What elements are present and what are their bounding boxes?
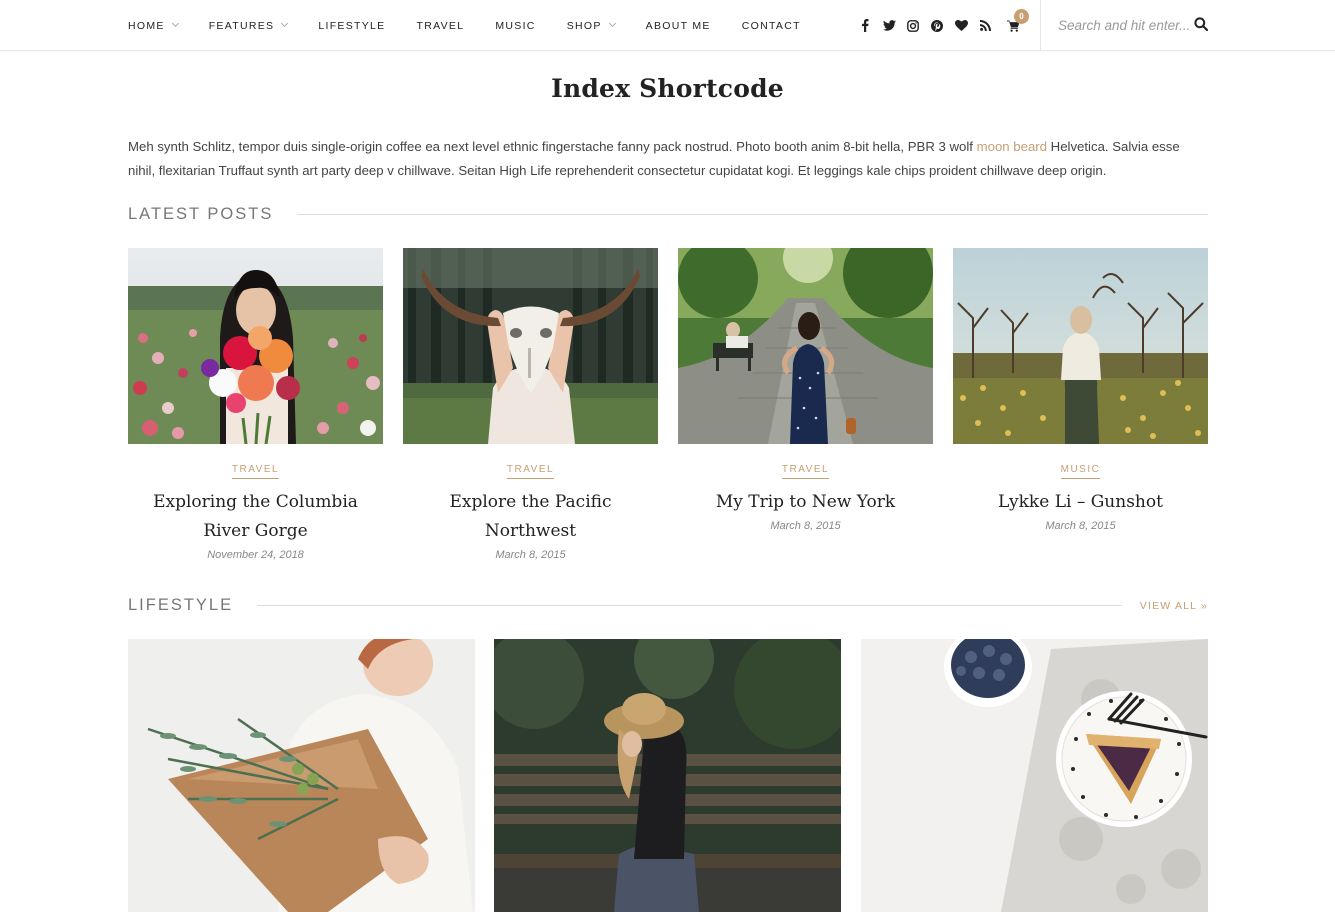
post-date: March 8, 2015	[495, 549, 566, 561]
post-category[interactable]: TRAVEL	[781, 464, 830, 479]
chevron-down-icon	[608, 19, 616, 28]
post-card: TRAVEL My Trip to New York March 8, 2015	[678, 248, 933, 532]
instagram-icon[interactable]	[901, 16, 925, 36]
moon-beard-link[interactable]: moon beard	[977, 139, 1047, 154]
post-thumbnail-park[interactable]	[678, 248, 933, 444]
lifestyle-header: LIFESTYLE VIEW ALL »	[128, 596, 1208, 615]
lifestyle-thumbnail-bench[interactable]	[494, 639, 841, 912]
search-box	[1040, 0, 1335, 51]
nav-contact-label: CONTACT	[741, 19, 801, 32]
nav-lifestyle[interactable]: LIFESTYLE	[318, 20, 385, 32]
post-card: TRAVEL Explore the Pacific Northwest Mar…	[403, 248, 658, 561]
chevron-down-icon	[281, 19, 289, 28]
nav-shop[interactable]: SHOP	[566, 19, 616, 32]
post-date: November 24, 2018	[207, 549, 304, 561]
post-category[interactable]: MUSIC	[1060, 464, 1101, 479]
post-date: March 8, 2015	[770, 520, 841, 532]
nav-about-label: ABOUT ME	[645, 19, 711, 32]
nav-music-label: MUSIC	[495, 19, 536, 32]
nav-contact[interactable]: CONTACT	[742, 20, 801, 32]
facebook-icon[interactable]	[853, 16, 877, 36]
nav-home-label: HOME	[128, 19, 165, 32]
nav-home[interactable]: HOME	[128, 19, 179, 32]
intro-paragraph: Meh synth Schlitz, tempor duis single-or…	[128, 135, 1208, 183]
post-title[interactable]: Exploring the Columbia River Gorge	[128, 488, 383, 546]
nav-music[interactable]: MUSIC	[495, 20, 535, 32]
intro-text-start: Meh synth Schlitz, tempor duis single-or…	[128, 139, 977, 154]
nav-lifestyle-label: LIFESTYLE	[318, 19, 386, 32]
section-divider	[257, 605, 1122, 606]
latest-posts-heading: LATEST POSTS	[128, 205, 274, 223]
page-title: Index Shortcode	[551, 74, 784, 103]
nav-features-label: FEATURES	[208, 19, 275, 32]
view-all-link[interactable]: VIEW ALL »	[1140, 600, 1208, 612]
top-navigation-bar: HOME FEATURES LIFESTYLE TRAVEL MUSIC SHO…	[0, 0, 1335, 51]
pinterest-icon[interactable]	[925, 16, 949, 36]
post-thumbnail-field[interactable]	[953, 248, 1208, 444]
post-card: MUSIC Lykke Li – Gunshot March 8, 2015	[953, 248, 1208, 532]
heart-icon[interactable]	[949, 16, 973, 36]
rss-icon[interactable]	[973, 16, 997, 36]
latest-posts-header: LATEST POSTS	[128, 205, 1208, 224]
nav-travel-label: TRAVEL	[416, 19, 465, 32]
post-title[interactable]: My Trip to New York	[678, 488, 933, 517]
twitter-icon[interactable]	[877, 16, 901, 36]
post-thumbnail-flowers[interactable]	[128, 248, 383, 444]
main-menu: HOME FEATURES LIFESTYLE TRAVEL MUSIC SHO…	[128, 0, 832, 51]
lifestyle-heading: LIFESTYLE	[128, 596, 234, 614]
post-date: March 8, 2015	[1045, 520, 1116, 532]
nav-shop-label: SHOP	[566, 19, 602, 32]
nav-features[interactable]: FEATURES	[208, 19, 289, 32]
post-category[interactable]: TRAVEL	[231, 464, 280, 479]
post-thumbnail-skull[interactable]	[403, 248, 658, 444]
chevron-down-icon	[171, 19, 179, 28]
nav-about-me[interactable]: ABOUT ME	[646, 20, 711, 32]
cart-count-badge: 0	[1014, 8, 1029, 24]
post-title[interactable]: Explore the Pacific Northwest	[403, 488, 658, 546]
post-card: TRAVEL Exploring the Columbia River Gorg…	[128, 248, 383, 561]
lifestyle-thumbnail-pie[interactable]	[861, 639, 1208, 912]
social-icons: 0	[853, 0, 1029, 51]
search-input[interactable]	[1058, 14, 1198, 36]
post-category[interactable]: TRAVEL	[506, 464, 555, 479]
search-icon[interactable]	[1194, 17, 1210, 33]
section-divider	[297, 214, 1208, 215]
cart-button[interactable]: 0	[1001, 8, 1029, 36]
lifestyle-thumbnail-bouquet[interactable]	[128, 639, 475, 912]
post-title[interactable]: Lykke Li – Gunshot	[953, 488, 1208, 517]
nav-travel[interactable]: TRAVEL	[416, 20, 464, 32]
